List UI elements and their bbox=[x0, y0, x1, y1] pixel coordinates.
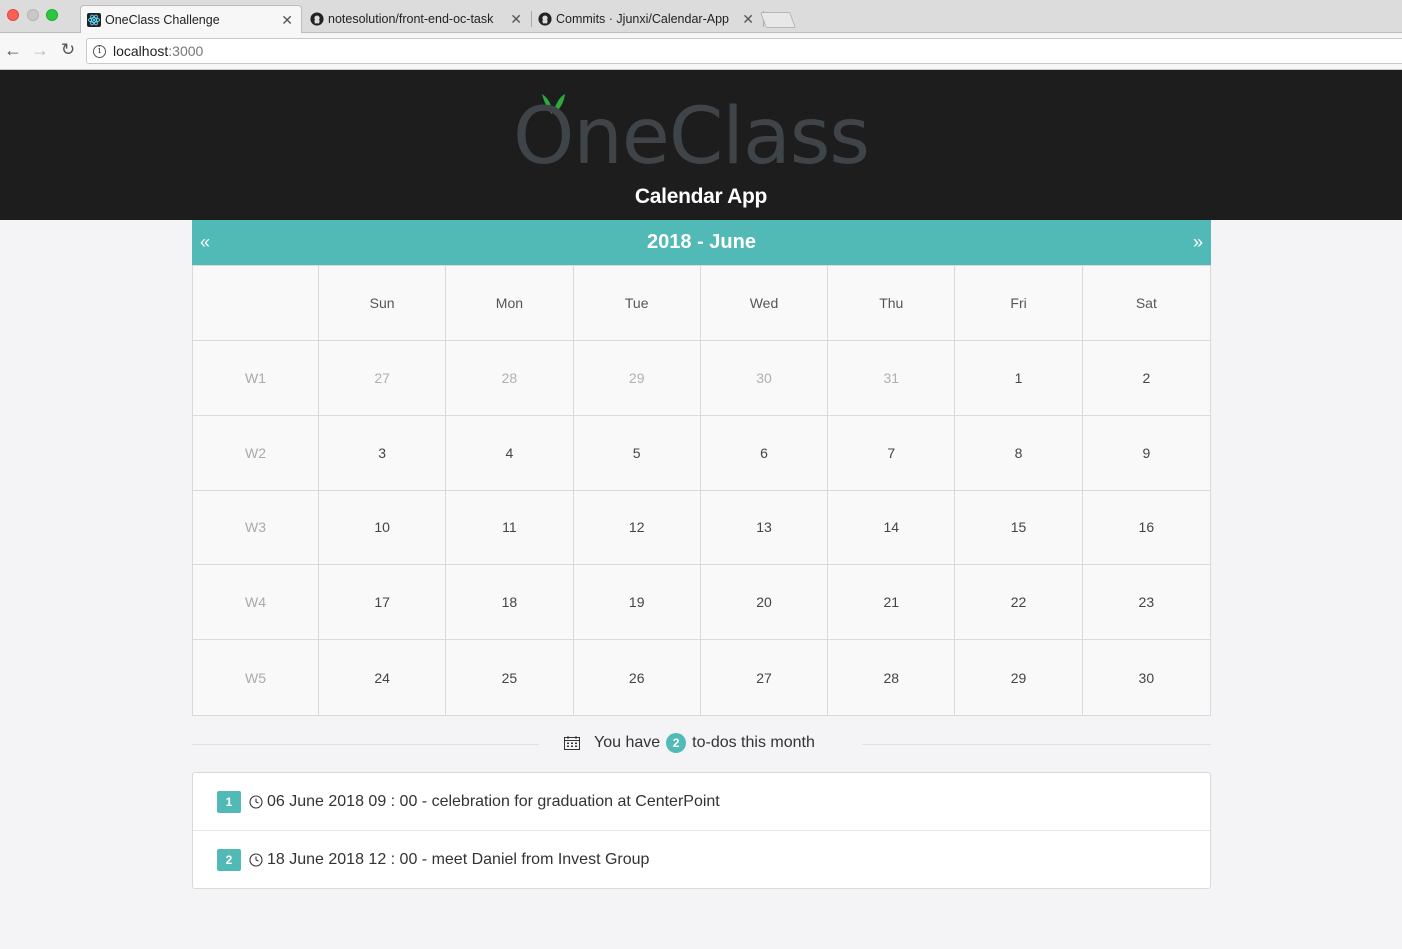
browser-tab-github-commits[interactable]: Commits · Jjunxi/Calendar-App ✕ bbox=[532, 5, 764, 33]
tab-title: notesolution/front-end-oc-task bbox=[328, 12, 494, 26]
browser-tab-github-task[interactable]: notesolution/front-end-oc-task ✕ bbox=[304, 5, 532, 33]
url-port: :3000 bbox=[168, 43, 204, 59]
todo-number-badge: 1 bbox=[217, 790, 241, 813]
close-tab-icon[interactable]: ✕ bbox=[742, 11, 754, 28]
todo-summary: You have 2 to-dos this month bbox=[192, 730, 1211, 758]
next-month-button[interactable]: » bbox=[1193, 232, 1203, 253]
github-icon bbox=[538, 12, 552, 26]
minimize-window-button[interactable] bbox=[27, 9, 39, 21]
day-cell[interactable]: 5 bbox=[573, 415, 701, 491]
day-name-tue: Tue bbox=[573, 266, 701, 341]
day-cell[interactable]: 28 bbox=[446, 340, 574, 416]
day-cell[interactable]: 2 bbox=[1082, 341, 1210, 416]
browser-tab-oneclass[interactable]: OneClass Challenge ✕ bbox=[80, 5, 302, 33]
todo-list: 1 06 June 2018 09 : 00 - celebration for … bbox=[192, 772, 1211, 889]
summary-suffix: to-dos this month bbox=[692, 734, 815, 751]
day-cell[interactable]: 17 bbox=[319, 565, 447, 641]
app-title: Calendar App bbox=[634, 185, 768, 208]
day-name-sat: Sat bbox=[1082, 266, 1210, 341]
day-name-fri: Fri bbox=[955, 266, 1083, 341]
day-cell[interactable]: 27 bbox=[319, 340, 447, 416]
day-cell[interactable]: 20 bbox=[700, 565, 829, 641]
day-cell[interactable]: 7 bbox=[828, 415, 956, 491]
maximize-window-button[interactable] bbox=[46, 9, 58, 21]
day-cell[interactable]: 29 bbox=[955, 640, 1083, 715]
close-tab-icon[interactable]: ✕ bbox=[510, 11, 522, 28]
day-cell[interactable]: 4 bbox=[446, 415, 574, 491]
day-cell[interactable]: 18 bbox=[446, 565, 574, 641]
day-cell[interactable]: 21 bbox=[828, 565, 956, 641]
day-cell[interactable]: 12 bbox=[573, 490, 701, 566]
todo-text: 06 June 2018 09 : 00 - celebration for g… bbox=[267, 792, 720, 810]
close-tab-icon[interactable]: ✕ bbox=[281, 12, 293, 29]
week-label: W5 bbox=[193, 640, 319, 715]
reload-icon[interactable]: ↻ bbox=[57, 40, 79, 60]
day-cell[interactable]: 6 bbox=[700, 415, 829, 491]
info-icon[interactable]: i bbox=[93, 45, 106, 58]
day-cell[interactable]: 29 bbox=[573, 340, 701, 416]
day-cell[interactable]: 3 bbox=[319, 415, 447, 491]
address-bar[interactable]: i localhost:3000 bbox=[86, 38, 1402, 64]
divider-line bbox=[192, 744, 539, 745]
week-label: W2 bbox=[193, 415, 319, 491]
day-cell[interactable]: 8 bbox=[955, 415, 1083, 491]
day-cell[interactable]: 30 bbox=[700, 340, 829, 416]
oneclass-logo: OneClass bbox=[513, 90, 893, 182]
clock-icon bbox=[249, 853, 263, 867]
todo-text: 18 June 2018 12 : 00 - meet Daniel from … bbox=[267, 851, 650, 868]
day-cell[interactable]: 27 bbox=[701, 640, 829, 715]
day-cell[interactable]: 23 bbox=[1082, 565, 1210, 641]
day-cell[interactable]: 31 bbox=[828, 340, 956, 416]
calendar-icon bbox=[564, 736, 580, 750]
todo-summary-content: You have 2 to-dos this month bbox=[564, 733, 815, 753]
day-cell[interactable]: 11 bbox=[446, 490, 574, 566]
day-cell[interactable]: 9 bbox=[1082, 416, 1210, 491]
todo-item[interactable]: 1 06 June 2018 09 : 00 - celebration for … bbox=[193, 773, 1210, 831]
day-cell[interactable]: 25 bbox=[446, 640, 574, 715]
day-name-thu: Thu bbox=[828, 266, 956, 341]
day-name-sun: Sun bbox=[319, 266, 447, 341]
new-tab-button[interactable] bbox=[760, 12, 796, 28]
calendar-header: « 2018 - June » bbox=[192, 220, 1211, 265]
url-host: localhost bbox=[113, 43, 169, 59]
github-icon bbox=[310, 12, 324, 26]
todo-count-badge: 2 bbox=[666, 733, 687, 753]
logo-text: OneClass bbox=[513, 92, 870, 182]
day-cell[interactable]: 24 bbox=[319, 640, 447, 715]
summary-prefix: You have bbox=[594, 734, 661, 751]
calendar-grid: Sun Mon Tue Wed Thu Fri Sat W1 27 28 29 30 31 1 2 W2 3 4 5… bbox=[192, 265, 1211, 716]
day-cell[interactable]: 26 bbox=[574, 640, 701, 715]
day-cell[interactable]: 14 bbox=[828, 490, 956, 566]
browser-toolbar: ← → ↻ i localhost:3000 bbox=[0, 34, 1402, 70]
calendar-corner-cell bbox=[193, 266, 319, 341]
week-label: W3 bbox=[193, 490, 319, 566]
week-label: W4 bbox=[193, 565, 319, 641]
day-cell[interactable]: 28 bbox=[828, 640, 956, 715]
day-cell[interactable]: 16 bbox=[1082, 491, 1210, 566]
app-header: OneClass Calendar App bbox=[0, 70, 1402, 220]
week-label: W1 bbox=[193, 340, 319, 416]
day-cell[interactable]: 13 bbox=[700, 490, 829, 566]
divider-line bbox=[862, 744, 1211, 745]
tab-title: Commits · Jjunxi/Calendar-App bbox=[556, 12, 729, 26]
todo-number-badge: 2 bbox=[217, 849, 241, 871]
day-name-mon: Mon bbox=[446, 266, 574, 341]
back-arrow-icon[interactable]: ← bbox=[2, 40, 24, 61]
calendar-title: 2018 - June bbox=[647, 231, 756, 253]
todo-item[interactable]: 2 18 June 2018 12 : 00 - meet Daniel from… bbox=[193, 831, 1210, 889]
day-cell[interactable]: 1 bbox=[955, 340, 1083, 416]
clock-icon bbox=[249, 794, 263, 809]
day-cell[interactable]: 22 bbox=[955, 565, 1083, 641]
react-icon bbox=[87, 13, 101, 27]
day-cell[interactable]: 15 bbox=[955, 490, 1083, 566]
day-cell[interactable]: 10 bbox=[319, 490, 447, 566]
day-name-wed: Wed bbox=[700, 266, 829, 341]
forward-arrow-icon[interactable]: → bbox=[29, 40, 51, 61]
day-cell[interactable]: 30 bbox=[1083, 640, 1210, 715]
day-cell[interactable]: 19 bbox=[573, 565, 701, 641]
tab-title: OneClass Challenge bbox=[105, 12, 220, 27]
close-window-button[interactable] bbox=[7, 9, 19, 21]
browser-tab-bar: OneClass Challenge ✕ notesolution/front-… bbox=[0, 0, 1402, 33]
